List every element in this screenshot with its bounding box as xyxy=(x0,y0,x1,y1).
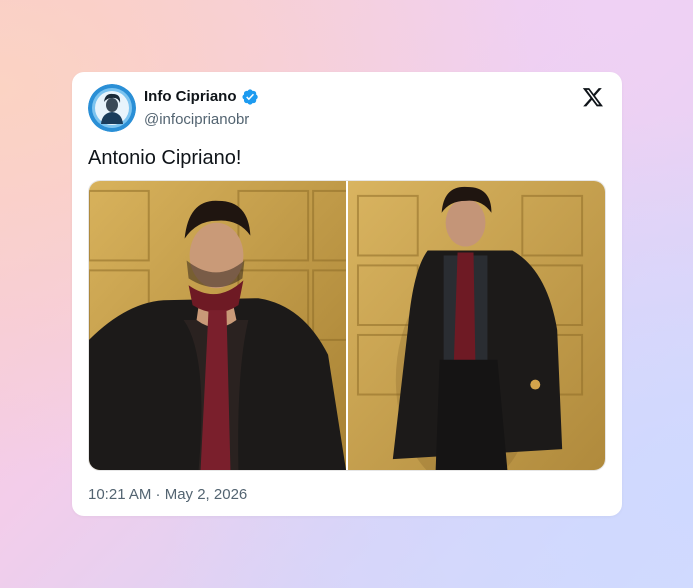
photo-1[interactable] xyxy=(89,181,346,470)
author-name-row: Info Cipriano xyxy=(144,88,259,106)
tweet-media xyxy=(88,180,606,471)
verified-badge-icon xyxy=(241,89,258,105)
photo-2[interactable] xyxy=(348,181,605,470)
author-avatar[interactable] xyxy=(88,84,136,132)
tweet-text: Antonio Cipriano! xyxy=(88,147,242,169)
tweet-card: Info Cipriano @infociprianobr Antonio Ci… xyxy=(72,72,622,516)
author-name[interactable]: Info Cipriano xyxy=(144,88,237,106)
x-logo-icon[interactable] xyxy=(582,86,604,108)
tweet-timestamp[interactable]: 10:21 AM · May 2, 2026 xyxy=(88,486,247,504)
author-handle[interactable]: @infociprianobr xyxy=(144,111,249,129)
